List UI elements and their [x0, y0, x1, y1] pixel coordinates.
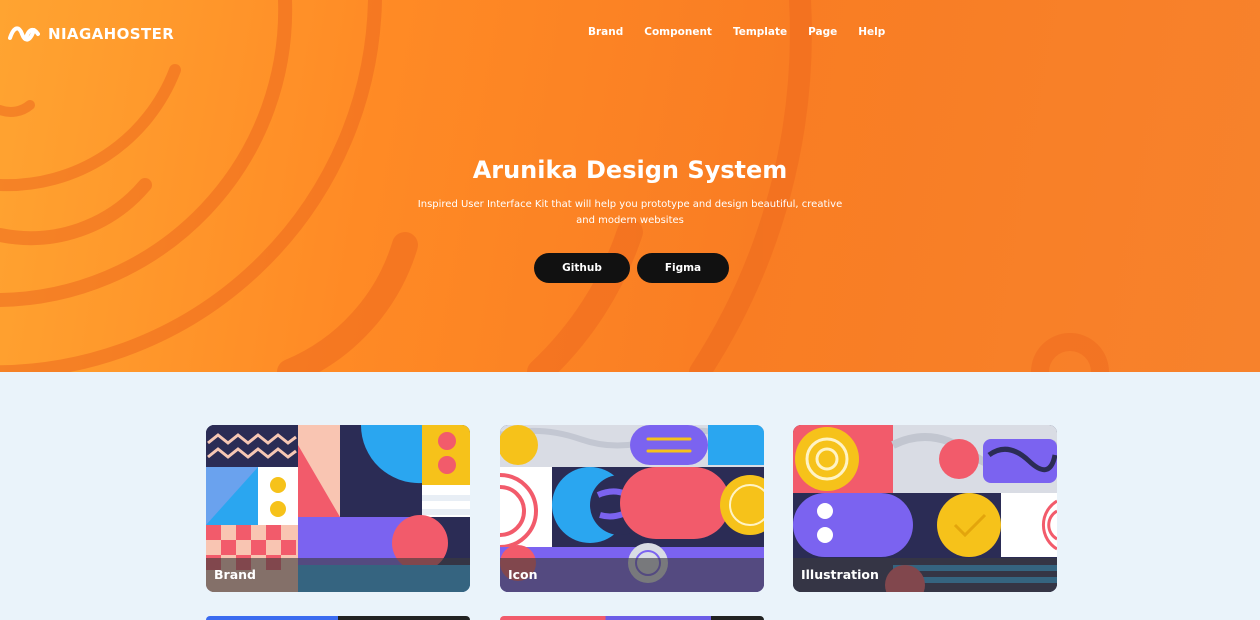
brand-logo[interactable]: NIAGAHOSTER: [8, 24, 174, 44]
hero-title: Arunika Design System: [472, 156, 788, 184]
next-row-card-peek: [500, 616, 764, 620]
brand-name: NIAGAHOSTER: [48, 25, 175, 43]
card-label-bar: [500, 558, 764, 592]
card-label-illustration: Illustration: [801, 567, 879, 582]
hero-subtitle: Inspired User Interface Kit that will he…: [417, 199, 843, 226]
hero-banner: NIAGAHOSTER Brand Component Template Pag…: [0, 0, 1260, 372]
hero-decoration: [0, 0, 1109, 372]
card-label-icon: Icon: [508, 567, 538, 582]
niagahoster-logo-icon: [8, 26, 40, 42]
nav-link-template[interactable]: Template: [733, 26, 787, 38]
nav-link-brand[interactable]: Brand: [588, 26, 623, 38]
nav-link-page[interactable]: Page: [808, 26, 837, 38]
card-illustration[interactable]: Illustration: [793, 425, 1057, 592]
next-row-card-peek: [206, 616, 470, 620]
card-label-brand: Brand: [214, 567, 256, 582]
figma-button[interactable]: Figma: [637, 253, 729, 283]
nav-link-component[interactable]: Component: [644, 26, 712, 38]
nav-link-help[interactable]: Help: [858, 26, 885, 38]
card-brand[interactable]: Brand: [206, 425, 470, 592]
github-button[interactable]: Github: [534, 253, 630, 283]
main-nav: Brand Component Template Page Help: [588, 26, 885, 38]
card-icon[interactable]: Icon: [500, 425, 764, 592]
